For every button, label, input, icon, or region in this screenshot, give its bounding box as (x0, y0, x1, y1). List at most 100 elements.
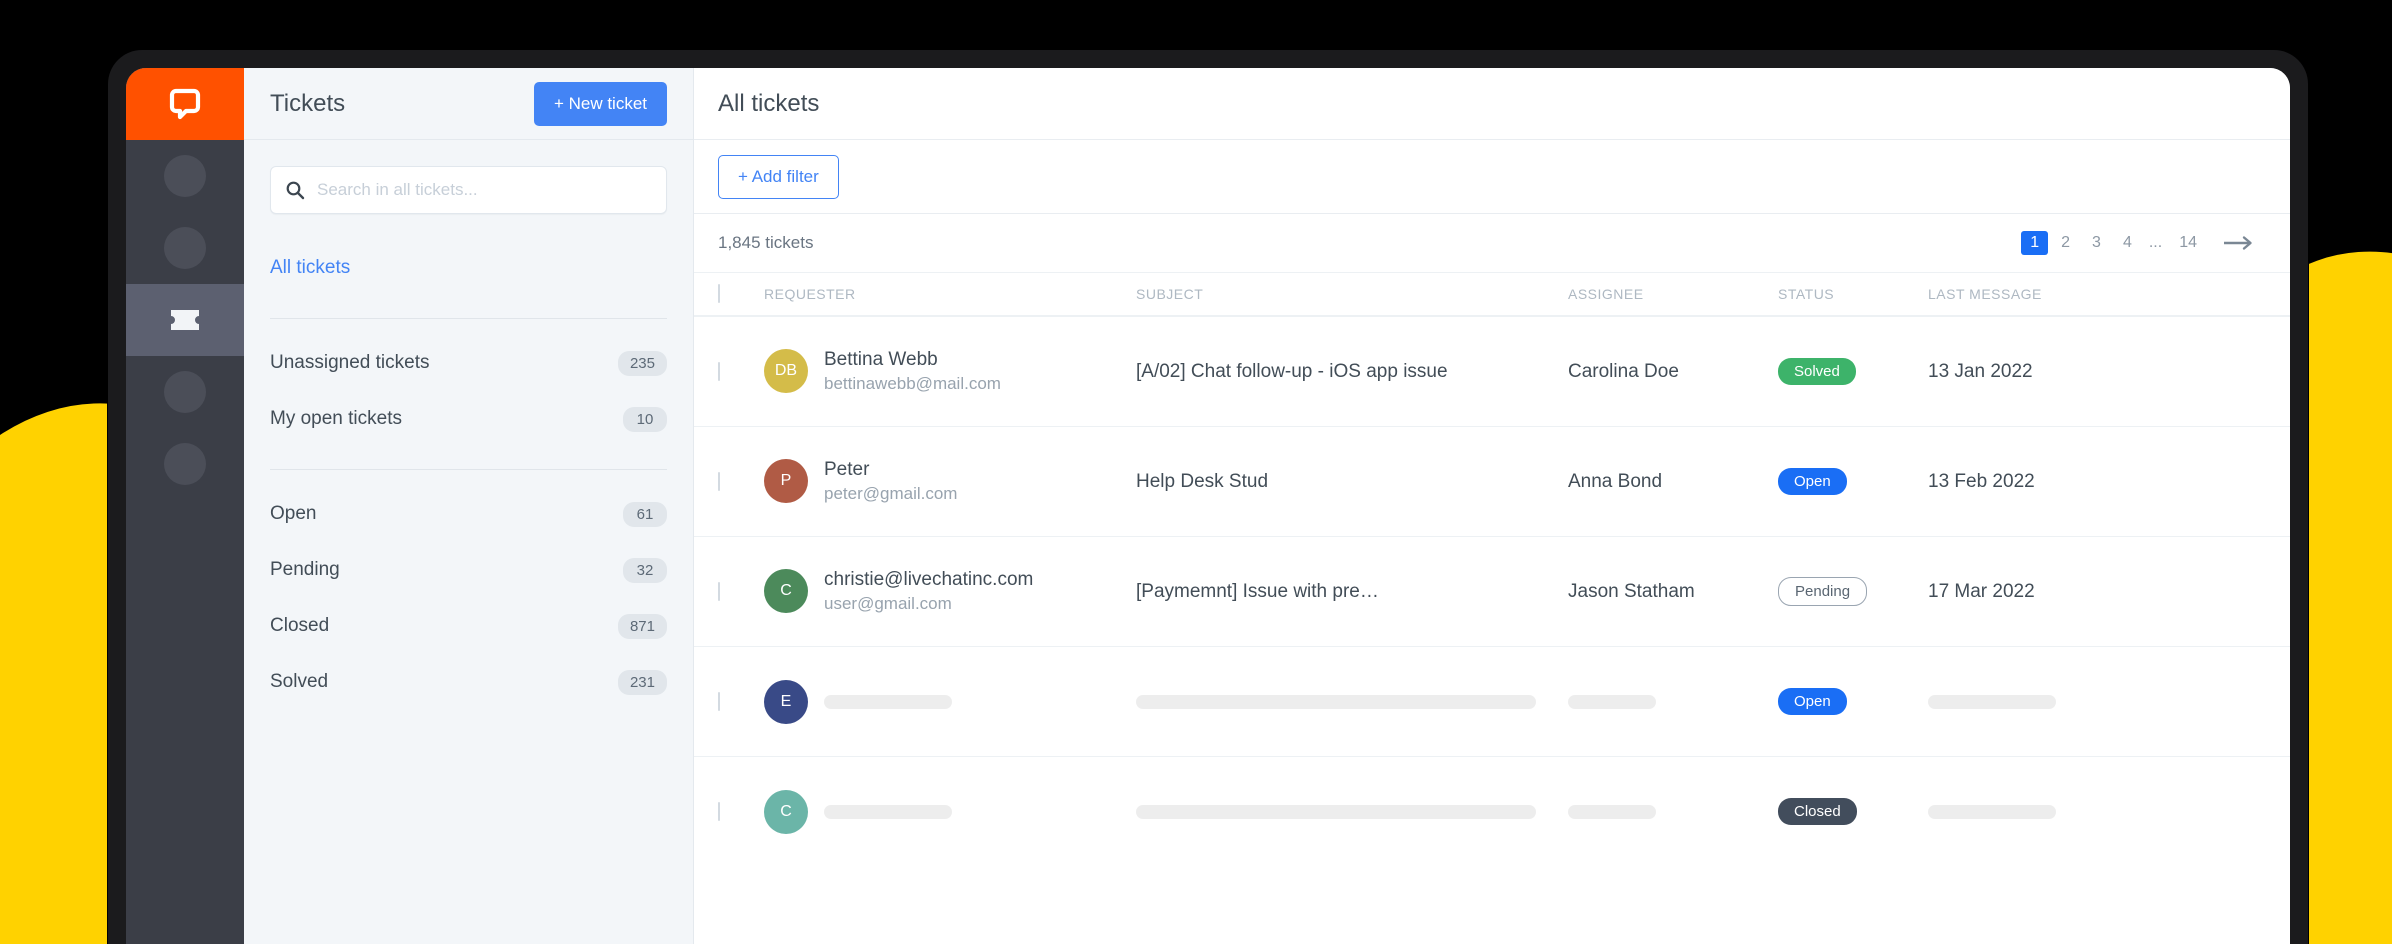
new-ticket-button[interactable]: + New ticket (533, 81, 667, 126)
assignee-cell: Jason Statham (1568, 580, 1695, 602)
requester-email: peter@gmail.com (824, 483, 958, 503)
requester-email: user@gmail.com (824, 593, 952, 613)
table-row[interactable]: DB Bettina Webb bettinawebb@mail.com [A/… (694, 316, 2290, 426)
sidebar-item-count: 32 (623, 557, 667, 583)
sidebar-item-nav-dot-5[interactable] (126, 428, 244, 500)
requester-email: bettinawebb@mail.com (824, 373, 1001, 393)
skeleton-placeholder (1136, 804, 1536, 819)
requester-cell: E (764, 679, 1136, 724)
skeleton-placeholder (1568, 804, 1656, 819)
requester-cell: DB Bettina Webb bettinawebb@mail.com (764, 347, 1136, 396)
search-input[interactable] (317, 180, 652, 200)
select-all-checkbox[interactable] (718, 284, 720, 303)
pagination-page-4[interactable]: 4 (2114, 231, 2141, 255)
row-checkbox[interactable] (718, 801, 720, 821)
row-select-cell (718, 581, 764, 601)
sidebar-nav: All tickets Unassigned tickets 235 My op… (244, 240, 693, 710)
app-window: Tickets + New ticket All tickets (126, 68, 2290, 944)
table-row[interactable]: C christie@livechatinc.com user@gmail.co… (694, 536, 2290, 646)
sidebar-item-count: 871 (617, 613, 667, 639)
pagination-page-last[interactable]: 14 (2170, 231, 2206, 255)
add-filter-button[interactable]: + Add filter (718, 154, 839, 199)
livechat-logo[interactable] (126, 68, 244, 140)
row-checkbox[interactable] (718, 361, 720, 381)
assignee-cell: Carolina Doe (1568, 360, 1679, 382)
sidebar-item-label: Pending (270, 559, 340, 580)
column-header-assignee[interactable]: ASSIGNEE (1568, 286, 1778, 302)
status-badge: Pending (1778, 577, 1868, 606)
device-frame: Tickets + New ticket All tickets (108, 50, 2308, 944)
status-cell: Pending (1778, 577, 1928, 606)
last-message-cell: 13 Jan 2022 (1928, 360, 2033, 382)
subject-cell: Help Desk Stud (1136, 470, 1269, 492)
sidebar-item-all-tickets[interactable]: All tickets (270, 240, 667, 296)
sidebar-item-tickets[interactable] (126, 284, 244, 356)
requester-name: christie@livechatinc.com (824, 569, 1034, 591)
pagination-page-1[interactable]: 1 (2021, 231, 2049, 255)
sidebar-item-nav-dot-4[interactable] (126, 356, 244, 428)
row-checkbox[interactable] (718, 471, 720, 491)
row-checkbox[interactable] (718, 691, 720, 711)
subject-cell (1136, 694, 1568, 709)
circle-placeholder-icon (164, 155, 206, 197)
requester-name: Peter (824, 459, 870, 481)
avatar: DB (764, 349, 808, 394)
select-all-cell (718, 284, 764, 303)
row-select-cell (718, 361, 764, 381)
column-header-last-message[interactable]: LAST MESSAGE (1928, 286, 2108, 302)
main-content: All tickets + Add filter 1,845 tickets 1… (694, 68, 2290, 944)
list-meta-bar: 1,845 tickets 1 2 3 4 ... 14 (694, 214, 2290, 272)
skeleton-placeholder (1928, 694, 2056, 709)
pagination-next-button[interactable] (2222, 235, 2256, 251)
pagination: 1 2 3 4 ... 14 (2021, 231, 2256, 255)
status-badge: Closed (1778, 798, 1857, 825)
sidebar-item-label: Open (270, 503, 317, 524)
sidebar-item-open[interactable]: Open 61 (270, 486, 667, 542)
column-header-subject[interactable]: SUBJECT (1136, 286, 1568, 302)
pagination-page-2[interactable]: 2 (2052, 231, 2079, 255)
ticket-count-label: 1,845 tickets (718, 233, 814, 252)
search-icon (286, 181, 305, 200)
avatar: C (764, 789, 808, 834)
sidebar-item-nav-dot-2[interactable] (126, 212, 244, 284)
avatar: E (764, 679, 808, 724)
sidebar-item-count: 235 (617, 350, 667, 376)
status-cell: Open (1778, 688, 1928, 715)
column-header-status[interactable]: STATUS (1778, 286, 1928, 302)
sidebar-item-closed[interactable]: Closed 871 (270, 598, 667, 654)
status-cell: Closed (1778, 798, 1928, 825)
table-row[interactable]: P Peter peter@gmail.com Help Desk Stud A… (694, 426, 2290, 536)
status-badge: Open (1778, 468, 1847, 495)
sidebar-item-pending[interactable]: Pending 32 (270, 542, 667, 598)
circle-placeholder-icon (164, 227, 206, 269)
row-checkbox[interactable] (718, 581, 720, 601)
sidebar-item-unassigned-tickets[interactable]: Unassigned tickets 235 (270, 335, 667, 391)
tickets-table: REQUESTER SUBJECT ASSIGNEE STATUS LAST M… (694, 272, 2290, 944)
table-row[interactable]: E Open (694, 646, 2290, 756)
status-cell: Solved (1778, 358, 1928, 385)
sidebar-item-count: 61 (623, 501, 667, 527)
sidebar-item-nav-dot-1[interactable] (126, 140, 244, 212)
sidebar-item-solved[interactable]: Solved 231 (270, 654, 667, 710)
last-message-cell: 17 Mar 2022 (1928, 580, 2035, 602)
search-box[interactable] (270, 166, 667, 214)
livechat-speech-bubble-icon (169, 88, 201, 120)
column-header-requester[interactable]: REQUESTER (764, 286, 1136, 302)
table-header-row: REQUESTER SUBJECT ASSIGNEE STATUS LAST M… (694, 272, 2290, 316)
pagination-page-3[interactable]: 3 (2083, 231, 2110, 255)
main-title: All tickets (718, 89, 820, 117)
ticket-icon (171, 310, 199, 330)
avatar: P (764, 459, 808, 504)
sidebar-divider (270, 469, 667, 470)
requester-cell: C (764, 789, 1136, 834)
last-message-cell (1928, 694, 2108, 709)
skeleton-placeholder (824, 694, 952, 709)
skeleton-placeholder (1136, 694, 1536, 709)
page-title: Tickets (270, 89, 346, 117)
assignee-cell (1568, 694, 1778, 709)
sidebar-item-label: Solved (270, 671, 329, 692)
requester-name: Bettina Webb (824, 349, 938, 371)
sidebar-item-my-open-tickets[interactable]: My open tickets 10 (270, 391, 667, 447)
circle-placeholder-icon (164, 371, 206, 413)
table-row[interactable]: C Closed (694, 756, 2290, 866)
